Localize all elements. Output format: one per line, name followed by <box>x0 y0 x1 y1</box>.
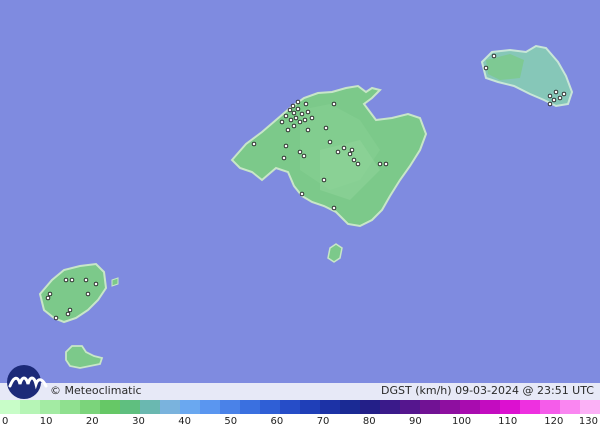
legend-tick-label: 0 <box>2 416 9 427</box>
legend-swatch <box>320 400 340 414</box>
legend-tick-label: 20 <box>85 416 99 427</box>
color-legend: 0 10 20 30 40 50 60 70 80 90 100 110 120 130 <box>0 400 600 435</box>
wind-gust-map[interactable] <box>0 0 600 383</box>
legend-swatch <box>20 400 40 414</box>
brand-label: © Meteoclimatic <box>50 384 142 397</box>
legend-swatch <box>300 400 320 414</box>
legend-swatch <box>120 400 140 414</box>
info-bar: © Meteoclimatic DGST (km/h) 09-03-2024 @… <box>0 383 600 400</box>
legend-swatch <box>60 400 80 414</box>
legend-swatch <box>280 400 300 414</box>
legend-tick-label: 30 <box>132 416 145 427</box>
legend-swatch <box>160 400 180 414</box>
legend-swatch <box>400 400 420 414</box>
legend-swatch <box>140 400 160 414</box>
legend-tick-label: 50 <box>224 416 238 427</box>
legend-swatch <box>80 400 100 414</box>
meteoclimatic-logo-icon[interactable] <box>0 364 52 400</box>
legend-swatch <box>40 400 60 414</box>
legend-tick-label: 100 <box>451 416 472 427</box>
legend-tick-label: 120 <box>544 416 564 427</box>
legend-tick-label: 60 <box>270 416 284 427</box>
legend-swatch <box>200 400 220 414</box>
product-label: DGST (km/h) 09-03-2024 @ 23:51 UTC <box>381 384 594 397</box>
legend-swatch <box>420 400 440 414</box>
legend-swatch <box>220 400 240 414</box>
legend-tick-label: 110 <box>498 416 518 427</box>
map-frame: © Meteoclimatic DGST (km/h) 09-03-2024 @… <box>0 0 600 435</box>
legend-tick-label: 70 <box>316 416 330 427</box>
legend-tick-label: 90 <box>409 416 422 427</box>
legend-swatch <box>0 400 20 414</box>
legend-swatch <box>260 400 280 414</box>
legend-tick-label: 40 <box>178 416 191 427</box>
legend-swatch <box>440 400 460 414</box>
legend-tick-label: 130 <box>578 416 598 427</box>
legend-swatch <box>360 400 380 414</box>
legend-swatch <box>500 400 520 414</box>
legend-swatch <box>520 400 540 414</box>
legend-swatch <box>240 400 260 414</box>
legend-swatch <box>580 400 600 414</box>
legend-color-bar <box>0 400 600 414</box>
legend-swatch <box>460 400 480 414</box>
legend-tick-label: 80 <box>362 416 376 427</box>
legend-swatch <box>100 400 120 414</box>
legend-swatch <box>380 400 400 414</box>
legend-swatch <box>480 400 500 414</box>
legend-swatch <box>560 400 580 414</box>
legend-swatch <box>540 400 560 414</box>
legend-swatch <box>180 400 200 414</box>
legend-tick-label: 10 <box>39 416 53 427</box>
legend-swatch <box>340 400 360 414</box>
